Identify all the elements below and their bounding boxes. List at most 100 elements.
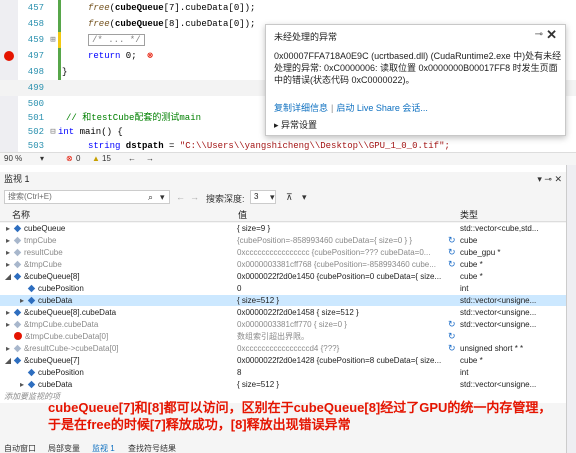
expand-arrow-icon[interactable]: ▸ (4, 259, 12, 270)
code-text[interactable]: /* ... */ (88, 32, 145, 48)
expand-arrow-icon[interactable]: ▸ (4, 343, 12, 354)
side-panel-strip[interactable] (566, 165, 576, 453)
watch-row[interactable]: &tmpCube.cubeData[0] 数组索引超出界限。 ↻ (0, 331, 566, 342)
watch-row-label[interactable]: cubeData (38, 380, 72, 389)
search-forward-icon[interactable]: → (190, 192, 199, 202)
exception-settings[interactable]: ▸ 异常设置 (274, 118, 317, 131)
watch-row-value[interactable]: 0x0000022f2d0e1428 {cubePosition=8 cubeD… (237, 355, 452, 366)
error-count[interactable]: 0 (76, 154, 80, 163)
watch-row-value[interactable]: 0xccccccccccccccccd4 {???} (237, 343, 452, 354)
refresh-icon[interactable]: ↻ (448, 259, 456, 270)
copy-details-link[interactable]: 复制详细信息 (274, 103, 328, 113)
watch-row[interactable]: ◢ &cubeQueue[7] 0x0000022f2d0e1428 {cubePo… (0, 355, 566, 366)
expand-arrow-icon[interactable]: ▸ (4, 307, 12, 318)
column-type[interactable]: 类型 (460, 208, 478, 222)
watch-row[interactable]: ▸ cubeQueue { size=9 } std::vector<cube,std… (0, 223, 566, 234)
search-icon[interactable]: ⌕ (148, 192, 153, 203)
fold-expand-icon[interactable]: ⊞ (48, 32, 58, 48)
expand-arrow-icon[interactable]: ▸ (4, 247, 12, 258)
watch-row[interactable]: ▸ &cubeQueue[8].cubeData 0x0000022f2d0e145… (0, 307, 566, 318)
refresh-icon[interactable]: ↻ (448, 331, 456, 342)
pin-icon[interactable]: ⊸ (544, 174, 552, 184)
watch-row-label[interactable]: &cubeQueue[8].cubeData (24, 308, 116, 317)
watch-row-label[interactable]: &cubeQueue[8] (24, 272, 80, 281)
watch-title-bar[interactable]: 监视 1 ▾ ⊸ ✕ (0, 172, 566, 186)
watch-row-value[interactable]: { size=512 } (237, 295, 452, 306)
zoom-dropdown-icon[interactable]: ▾ (40, 154, 44, 163)
close-icon[interactable]: ✕ (554, 174, 562, 184)
watch-row-value[interactable]: { size=9 } (237, 223, 452, 234)
watch-row[interactable]: ▸ cubeData { size=512 } std::vector<unsigne… (0, 295, 566, 306)
watch-row-value[interactable]: 0x0000022f2d0e1458 { size=512 } (237, 307, 452, 318)
watch-row[interactable]: ▸ tmpCube {cubePosition=-858993460 cubeDat… (0, 235, 566, 246)
expand-arrow-icon[interactable]: ▸ (4, 235, 12, 246)
watch-row[interactable]: ▸ &resultCube->cubeData[0] 0xccccccccccccc… (0, 343, 566, 354)
nav-forward-icon[interactable]: → (146, 154, 154, 163)
expand-arrow-icon[interactable]: ▸ (18, 295, 26, 306)
collapsed-region[interactable]: /* ... */ (88, 34, 145, 46)
refresh-icon[interactable]: ↻ (448, 247, 456, 258)
exception-marker-icon[interactable]: ⊗ (147, 51, 152, 61)
watch-row[interactable]: ◢ &cubeQueue[8] 0x0000022f2d0e1450 {cubePo… (0, 271, 566, 282)
watch-row[interactable]: ▸ cubeData { size=512 } std::vector<unsigne… (0, 379, 566, 390)
depth-label: 搜索深度: (206, 194, 245, 204)
watch-row-label[interactable]: &cubeQueue[7] (24, 356, 80, 365)
collapse-arrow-icon[interactable]: ◢ (4, 355, 12, 366)
tab-watch-1[interactable]: 监视 1 (92, 444, 115, 453)
tab-find-symbol-results[interactable]: 查找符号结果 (128, 444, 176, 453)
expand-arrow-icon[interactable]: ▸ (18, 379, 26, 390)
expand-arrow-icon[interactable]: ▸ (4, 223, 12, 234)
watch-row-label[interactable]: resultCube (24, 248, 63, 257)
watch-row[interactable]: ▸ &tmpCube 0x0000003381cff768 {cubePositio… (0, 259, 566, 270)
watch-row-value[interactable]: 0 (237, 283, 452, 294)
watch-row-value[interactable]: 8 (237, 367, 452, 378)
watch-row-value[interactable]: 0xcccccccccccccccc {cubePosition=??? cub… (237, 247, 452, 258)
refresh-icon[interactable]: ↻ (448, 319, 456, 330)
nav-back-icon[interactable]: ← (128, 154, 136, 163)
watch-row-value[interactable]: 0x0000003381cff770 { size=0 } (237, 319, 452, 330)
warning-count[interactable]: 15 (102, 154, 111, 163)
watch-row-value[interactable]: 数组索引超出界限。 (237, 331, 452, 342)
watch-row-label[interactable]: &tmpCube.cubeData (24, 320, 98, 329)
watch-row-label[interactable]: cubeQueue (24, 224, 65, 233)
watch-row-value[interactable]: {cubePosition=-858993460 cubeData={ size… (237, 235, 452, 246)
watch-row-value[interactable]: 0x0000003381cff768 {cubePosition=-858993… (237, 259, 452, 270)
watch-row[interactable]: ▸ resultCube 0xcccccccccccccccc {cubePosit… (0, 247, 566, 258)
column-name[interactable]: 名称 (12, 208, 30, 222)
warning-icon[interactable]: ▲ (92, 154, 100, 163)
expand-arrow-icon[interactable]: ▸ (4, 319, 12, 330)
watch-row-label[interactable]: cubePosition (38, 368, 84, 377)
live-share-link[interactable]: 启动 Live Share 会话... (336, 103, 428, 113)
column-value[interactable]: 值 (238, 208, 247, 222)
watch-row-label[interactable]: tmpCube (24, 236, 56, 245)
watch-row-label[interactable]: cubePosition (38, 284, 84, 293)
watch-row-label[interactable]: &resultCube->cubeData[0] (24, 344, 119, 353)
zoom-level[interactable]: 90 % (4, 154, 22, 163)
collapse-arrow-icon[interactable]: ◢ (4, 271, 12, 282)
pin-icon[interactable]: ⊸ (535, 29, 543, 40)
watch-row-value[interactable]: 0x0000022f2d0e1450 {cubePosition=0 cubeD… (237, 271, 452, 282)
refresh-icon[interactable]: ↻ (448, 343, 456, 354)
search-back-icon[interactable]: ← (176, 192, 185, 202)
tab-autos[interactable]: 自动窗口 (4, 444, 36, 453)
breakpoint-icon[interactable] (4, 51, 14, 61)
error-icon[interactable]: ⊗ (66, 154, 73, 163)
watch-row-label[interactable]: &tmpCube.cubeData[0] (25, 332, 108, 341)
watch-row[interactable]: cubePosition 0 int (0, 283, 566, 294)
watch-row-value[interactable]: { size=512 } (237, 379, 452, 390)
watch-row[interactable]: cubePosition 8 int (0, 367, 566, 378)
search-dropdown-icon[interactable]: ▾ (160, 192, 165, 203)
toolbar-menu-icon[interactable]: ▾ (302, 192, 307, 203)
search-input[interactable]: 搜索(Ctrl+E) (4, 190, 170, 204)
close-icon[interactable]: ✕ (546, 27, 557, 43)
code-editor[interactable]: 457 free(cubeQueue[7].cubeData[0]); 458 … (0, 0, 576, 152)
watch-row-label[interactable]: cubeData (38, 296, 72, 305)
dropdown-icon[interactable]: ▾ (537, 174, 542, 184)
pin-source-icon[interactable]: ⊼ (286, 192, 293, 203)
watch-row-label[interactable]: &tmpCube (24, 260, 62, 269)
depth-dropdown-icon[interactable]: ▾ (270, 192, 275, 203)
code-line[interactable]: 457 free(cubeQueue[7].cubeData[0]); (0, 0, 576, 16)
tab-locals[interactable]: 局部变量 (48, 444, 80, 453)
watch-row[interactable]: ▸ &tmpCube.cubeData 0x0000003381cff770 { s… (0, 319, 566, 330)
refresh-icon[interactable]: ↻ (448, 235, 456, 246)
